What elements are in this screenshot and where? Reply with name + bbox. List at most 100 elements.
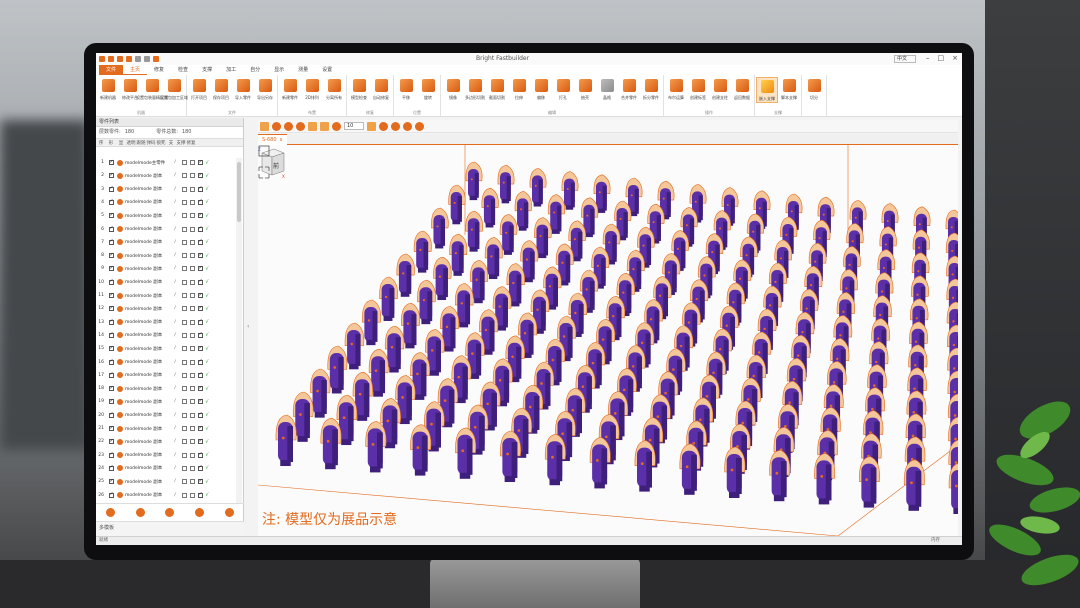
- table-row[interactable]: 9 modelmode 副本 / √: [96, 264, 236, 273]
- support-checkbox[interactable]: [190, 173, 195, 179]
- remove-icon[interactable]: [284, 121, 293, 131]
- undo-icon[interactable]: [135, 56, 141, 62]
- support-checkbox[interactable]: [190, 439, 195, 445]
- table-row[interactable]: 14 modelmode 副本 / √: [96, 331, 236, 340]
- printed-part[interactable]: [275, 414, 297, 466]
- lock-checkbox[interactable]: [182, 412, 187, 418]
- support-checkbox[interactable]: [190, 213, 195, 219]
- scrollbar-thumb[interactable]: [237, 162, 241, 222]
- ribbon-button-1-0[interactable]: 打开项目: [188, 77, 210, 101]
- lock-checkbox[interactable]: [182, 160, 187, 165]
- table-row[interactable]: 16 modelmode 副本 / √: [96, 358, 236, 367]
- support-checkbox[interactable]: [190, 372, 195, 378]
- lock-checkbox[interactable]: [182, 386, 187, 392]
- support-checkbox[interactable]: [190, 319, 195, 325]
- visible-checkbox[interactable]: [109, 398, 114, 405]
- select-tool-icon[interactable]: [260, 121, 269, 131]
- printed-part[interactable]: [448, 184, 466, 225]
- lock-checkbox[interactable]: [182, 266, 187, 272]
- support-enabled-checkbox[interactable]: [198, 438, 203, 445]
- parts-array[interactable]: [275, 161, 958, 514]
- support-enabled-checkbox[interactable]: [198, 238, 203, 245]
- support-checkbox[interactable]: [190, 293, 195, 298]
- zoom-input[interactable]: 10: [344, 122, 364, 130]
- table-row[interactable]: 17 modelmode 副本 / √: [96, 371, 236, 380]
- lock-checkbox[interactable]: [182, 239, 187, 245]
- render-icon[interactable]: [415, 121, 424, 131]
- support-enabled-checkbox[interactable]: [198, 464, 203, 471]
- support-checkbox[interactable]: [190, 465, 195, 471]
- ribbon-button-5-0[interactable]: 镜像: [442, 77, 464, 101]
- support-enabled-checkbox[interactable]: [198, 172, 203, 179]
- printed-part[interactable]: [365, 421, 387, 473]
- eye-icon[interactable]: [117, 292, 123, 299]
- table-row[interactable]: 15 modelmode 副本 / √: [96, 344, 236, 353]
- ribbon-button-6-3[interactable]: 返回数据: [731, 77, 753, 101]
- support-enabled-checkbox[interactable]: [198, 212, 203, 219]
- eye-icon[interactable]: [117, 412, 123, 419]
- ribbon-button-5-8[interactable]: 合并零件: [618, 77, 640, 101]
- printed-part[interactable]: [514, 191, 532, 231]
- visible-checkbox[interactable]: [109, 238, 114, 245]
- support-checkbox[interactable]: [190, 239, 195, 245]
- save-icon[interactable]: [126, 56, 132, 62]
- table-row[interactable]: 4 modelmode 副本 / √: [96, 198, 236, 207]
- close-icon[interactable]: ×: [952, 54, 958, 62]
- table-row[interactable]: 22 modelmode 副本 / √: [96, 437, 236, 446]
- eye-icon[interactable]: [117, 359, 123, 365]
- collapse-left-icon[interactable]: ‹: [247, 323, 249, 330]
- help-icon[interactable]: [153, 56, 159, 62]
- printed-part[interactable]: [499, 214, 518, 255]
- tab-s680[interactable]: S-680 x: [258, 134, 287, 145]
- printed-part[interactable]: [465, 161, 483, 201]
- support-checkbox[interactable]: [190, 412, 195, 418]
- table-row[interactable]: 23 modelmode 副本 / √: [96, 451, 236, 460]
- box-select-icon[interactable]: [308, 121, 317, 131]
- eye-icon[interactable]: [117, 186, 123, 193]
- printed-part[interactable]: [433, 256, 452, 301]
- menu-tab-1[interactable]: 主页: [123, 65, 148, 75]
- support-enabled-checkbox[interactable]: [198, 198, 203, 205]
- table-row[interactable]: 24 modelmode 副本 / √: [96, 464, 236, 473]
- printed-part[interactable]: [413, 230, 432, 273]
- lock-checkbox[interactable]: [182, 452, 187, 458]
- ribbon-button-0-0[interactable]: 新建机器: [97, 77, 119, 101]
- zoom-icon[interactable]: [332, 121, 341, 131]
- menu-tab-7[interactable]: 显示: [267, 65, 291, 75]
- support-enabled-checkbox[interactable]: [198, 345, 203, 352]
- support-enabled-checkbox[interactable]: [198, 491, 203, 498]
- visible-checkbox[interactable]: [109, 491, 114, 498]
- visible-checkbox[interactable]: [109, 305, 114, 312]
- column-header[interactable]: 弹码: [146, 139, 156, 146]
- ribbon-button-5-5[interactable]: 打孔: [552, 77, 574, 101]
- menu-tab-5[interactable]: 加工: [219, 65, 243, 75]
- section-icon[interactable]: [379, 121, 388, 131]
- table-row[interactable]: 3 modelmode 副本 / √: [96, 185, 236, 194]
- visible-checkbox[interactable]: [109, 159, 114, 165]
- printed-part[interactable]: [396, 253, 415, 297]
- ribbon-button-5-4[interactable]: 偏移: [530, 77, 552, 101]
- visible-checkbox[interactable]: [109, 252, 114, 259]
- eye-icon[interactable]: [117, 438, 123, 445]
- printed-part[interactable]: [431, 207, 449, 249]
- ribbon-button-5-3[interactable]: 拉伸: [508, 77, 530, 101]
- printed-part[interactable]: [344, 322, 365, 370]
- support-enabled-checkbox[interactable]: [198, 358, 203, 365]
- visible-checkbox[interactable]: [109, 265, 114, 272]
- lock-checkbox[interactable]: [182, 226, 187, 232]
- eye-icon[interactable]: [117, 372, 123, 379]
- lock-checkbox[interactable]: [182, 439, 187, 445]
- table-row[interactable]: 18 modelmode 副本 / √: [96, 384, 236, 393]
- lock-checkbox[interactable]: [182, 372, 187, 378]
- ribbon-button-8-0[interactable]: 切分: [803, 77, 825, 101]
- lock-checkbox[interactable]: [182, 293, 187, 298]
- visible-checkbox[interactable]: [109, 318, 114, 325]
- ribbon-button-2-2[interactable]: 分离所有: [323, 77, 345, 101]
- eye-icon[interactable]: [117, 478, 123, 485]
- table-row[interactable]: 8 modelmode 副本 / √: [96, 251, 236, 260]
- eye-icon[interactable]: [117, 465, 123, 472]
- table-row[interactable]: 21 modelmode 副本 / √: [96, 424, 236, 433]
- support-checkbox[interactable]: [190, 492, 195, 498]
- column-header[interactable]: 支: [166, 139, 176, 146]
- table-row[interactable]: 1 modelmode主零件 / √: [96, 158, 236, 167]
